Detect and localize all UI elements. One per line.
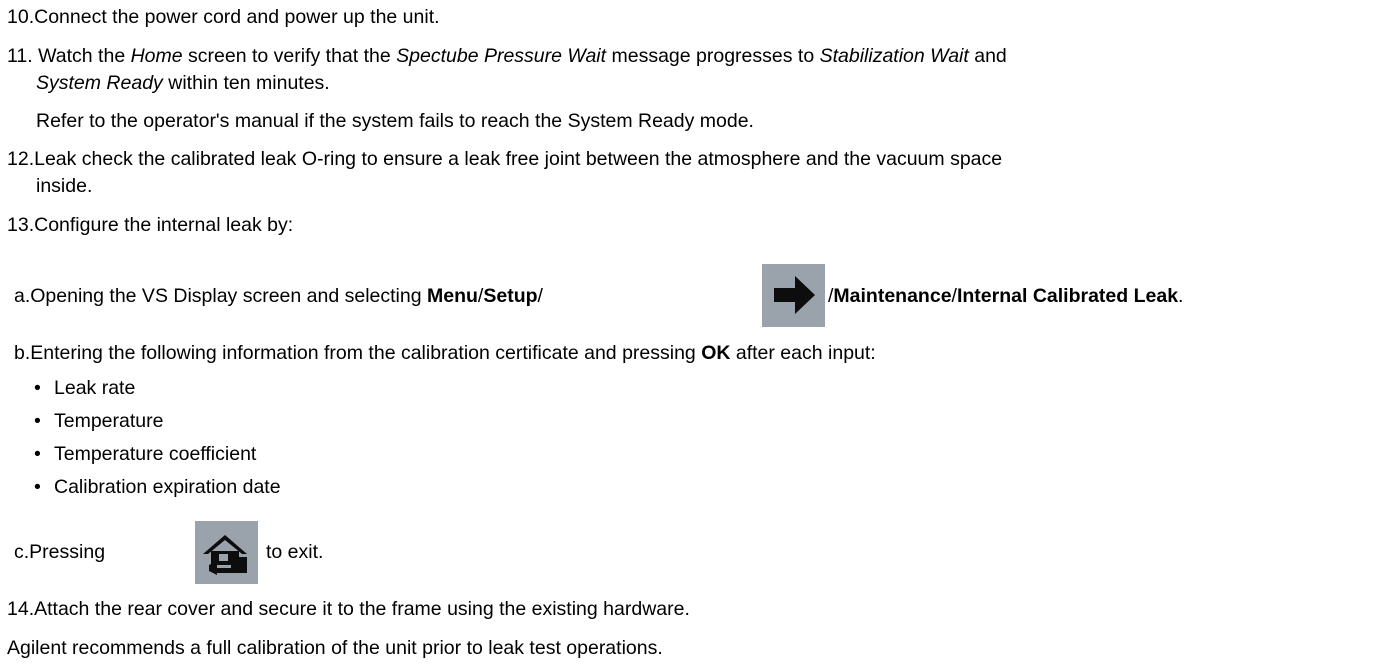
separator: / <box>537 285 543 307</box>
step-14: 14.Attach the rear cover and secure it t… <box>7 598 690 621</box>
step-number: 13. <box>7 214 35 236</box>
internal-calibrated-leak-term: Internal Calibrated Leak <box>956 285 1179 307</box>
step-number: 14. <box>7 598 35 620</box>
list-item-text: Temperature <box>54 410 164 432</box>
home-icon <box>195 521 258 584</box>
list-item-text: Calibration expiration date <box>54 476 281 498</box>
step-11-note: Refer to the operator's manual if the sy… <box>36 110 754 132</box>
substep-c-end: to exit. <box>266 541 324 563</box>
setup-term: Setup <box>483 285 538 307</box>
substep-a-continued: /Maintenance/Internal Calibrated Leak. <box>828 285 1183 308</box>
list-item: • Temperature <box>34 410 163 433</box>
term-home: Home <box>130 45 183 67</box>
bullet: • <box>34 377 41 399</box>
step-10: 10.Connect the power cord and power up t… <box>7 6 440 29</box>
step-12: 12.Leak check the calibrated leak O-ring… <box>7 148 1002 171</box>
step-text: Attach the rear cover and secure it to t… <box>34 598 690 620</box>
substep-c: c.Pressing <box>14 541 105 564</box>
list-item: • Leak rate <box>34 377 135 400</box>
bullet: • <box>34 410 41 432</box>
step-12-line2: inside. <box>36 175 93 197</box>
term-spectube-pressure-wait: Spectube Pressure Wait <box>396 45 607 67</box>
step-11: 11. Watch the Home screen to verify that… <box>7 45 1007 68</box>
text: Pressing <box>29 541 106 563</box>
substep-b: b.Entering the following information fro… <box>14 342 876 365</box>
substep-label: c. <box>14 541 30 563</box>
recommendation-note: Agilent recommends a full calibration of… <box>7 637 663 659</box>
substep-label: b. <box>14 342 31 364</box>
term-system-ready: System Ready <box>36 72 163 94</box>
right-arrow-icon <box>762 264 825 327</box>
list-item-text: Temperature coefficient <box>54 443 257 465</box>
text: . <box>1178 285 1184 307</box>
ok-term: OK <box>701 342 731 364</box>
step-number: 11. <box>7 45 33 67</box>
text: and <box>968 45 1007 67</box>
text: Entering the following information from … <box>30 342 702 364</box>
maintenance-term: Maintenance <box>833 285 952 307</box>
text: Opening the VS Display screen and select… <box>30 285 427 307</box>
bullet: • <box>34 443 41 465</box>
term-stabilization-wait: Stabilization Wait <box>819 45 969 67</box>
list-item-text: Leak rate <box>54 377 136 399</box>
bullet: • <box>34 476 41 498</box>
substep-label: a. <box>14 285 31 307</box>
step-number: 10. <box>7 6 35 28</box>
substep-a: a.Opening the VS Display screen and sele… <box>14 285 543 308</box>
text: Watch the <box>38 45 131 67</box>
text: after each input: <box>730 342 876 364</box>
list-item: • Temperature coefficient <box>34 443 256 466</box>
step-13: 13.Configure the internal leak by: <box>7 214 293 237</box>
step-number: 12. <box>7 148 35 170</box>
menu-term: Menu <box>427 285 478 307</box>
step-11-line2: System Ready within ten minutes. <box>36 72 330 95</box>
step-text: Configure the internal leak by: <box>34 214 294 236</box>
step-text: Connect the power cord and power up the … <box>34 6 440 28</box>
step-text: Leak check the calibrated leak O-ring to… <box>34 148 1003 170</box>
text: within ten minutes. <box>162 72 330 94</box>
text: screen to verify that the <box>182 45 397 67</box>
text: message progresses to <box>606 45 820 67</box>
list-item: • Calibration expiration date <box>34 476 281 499</box>
